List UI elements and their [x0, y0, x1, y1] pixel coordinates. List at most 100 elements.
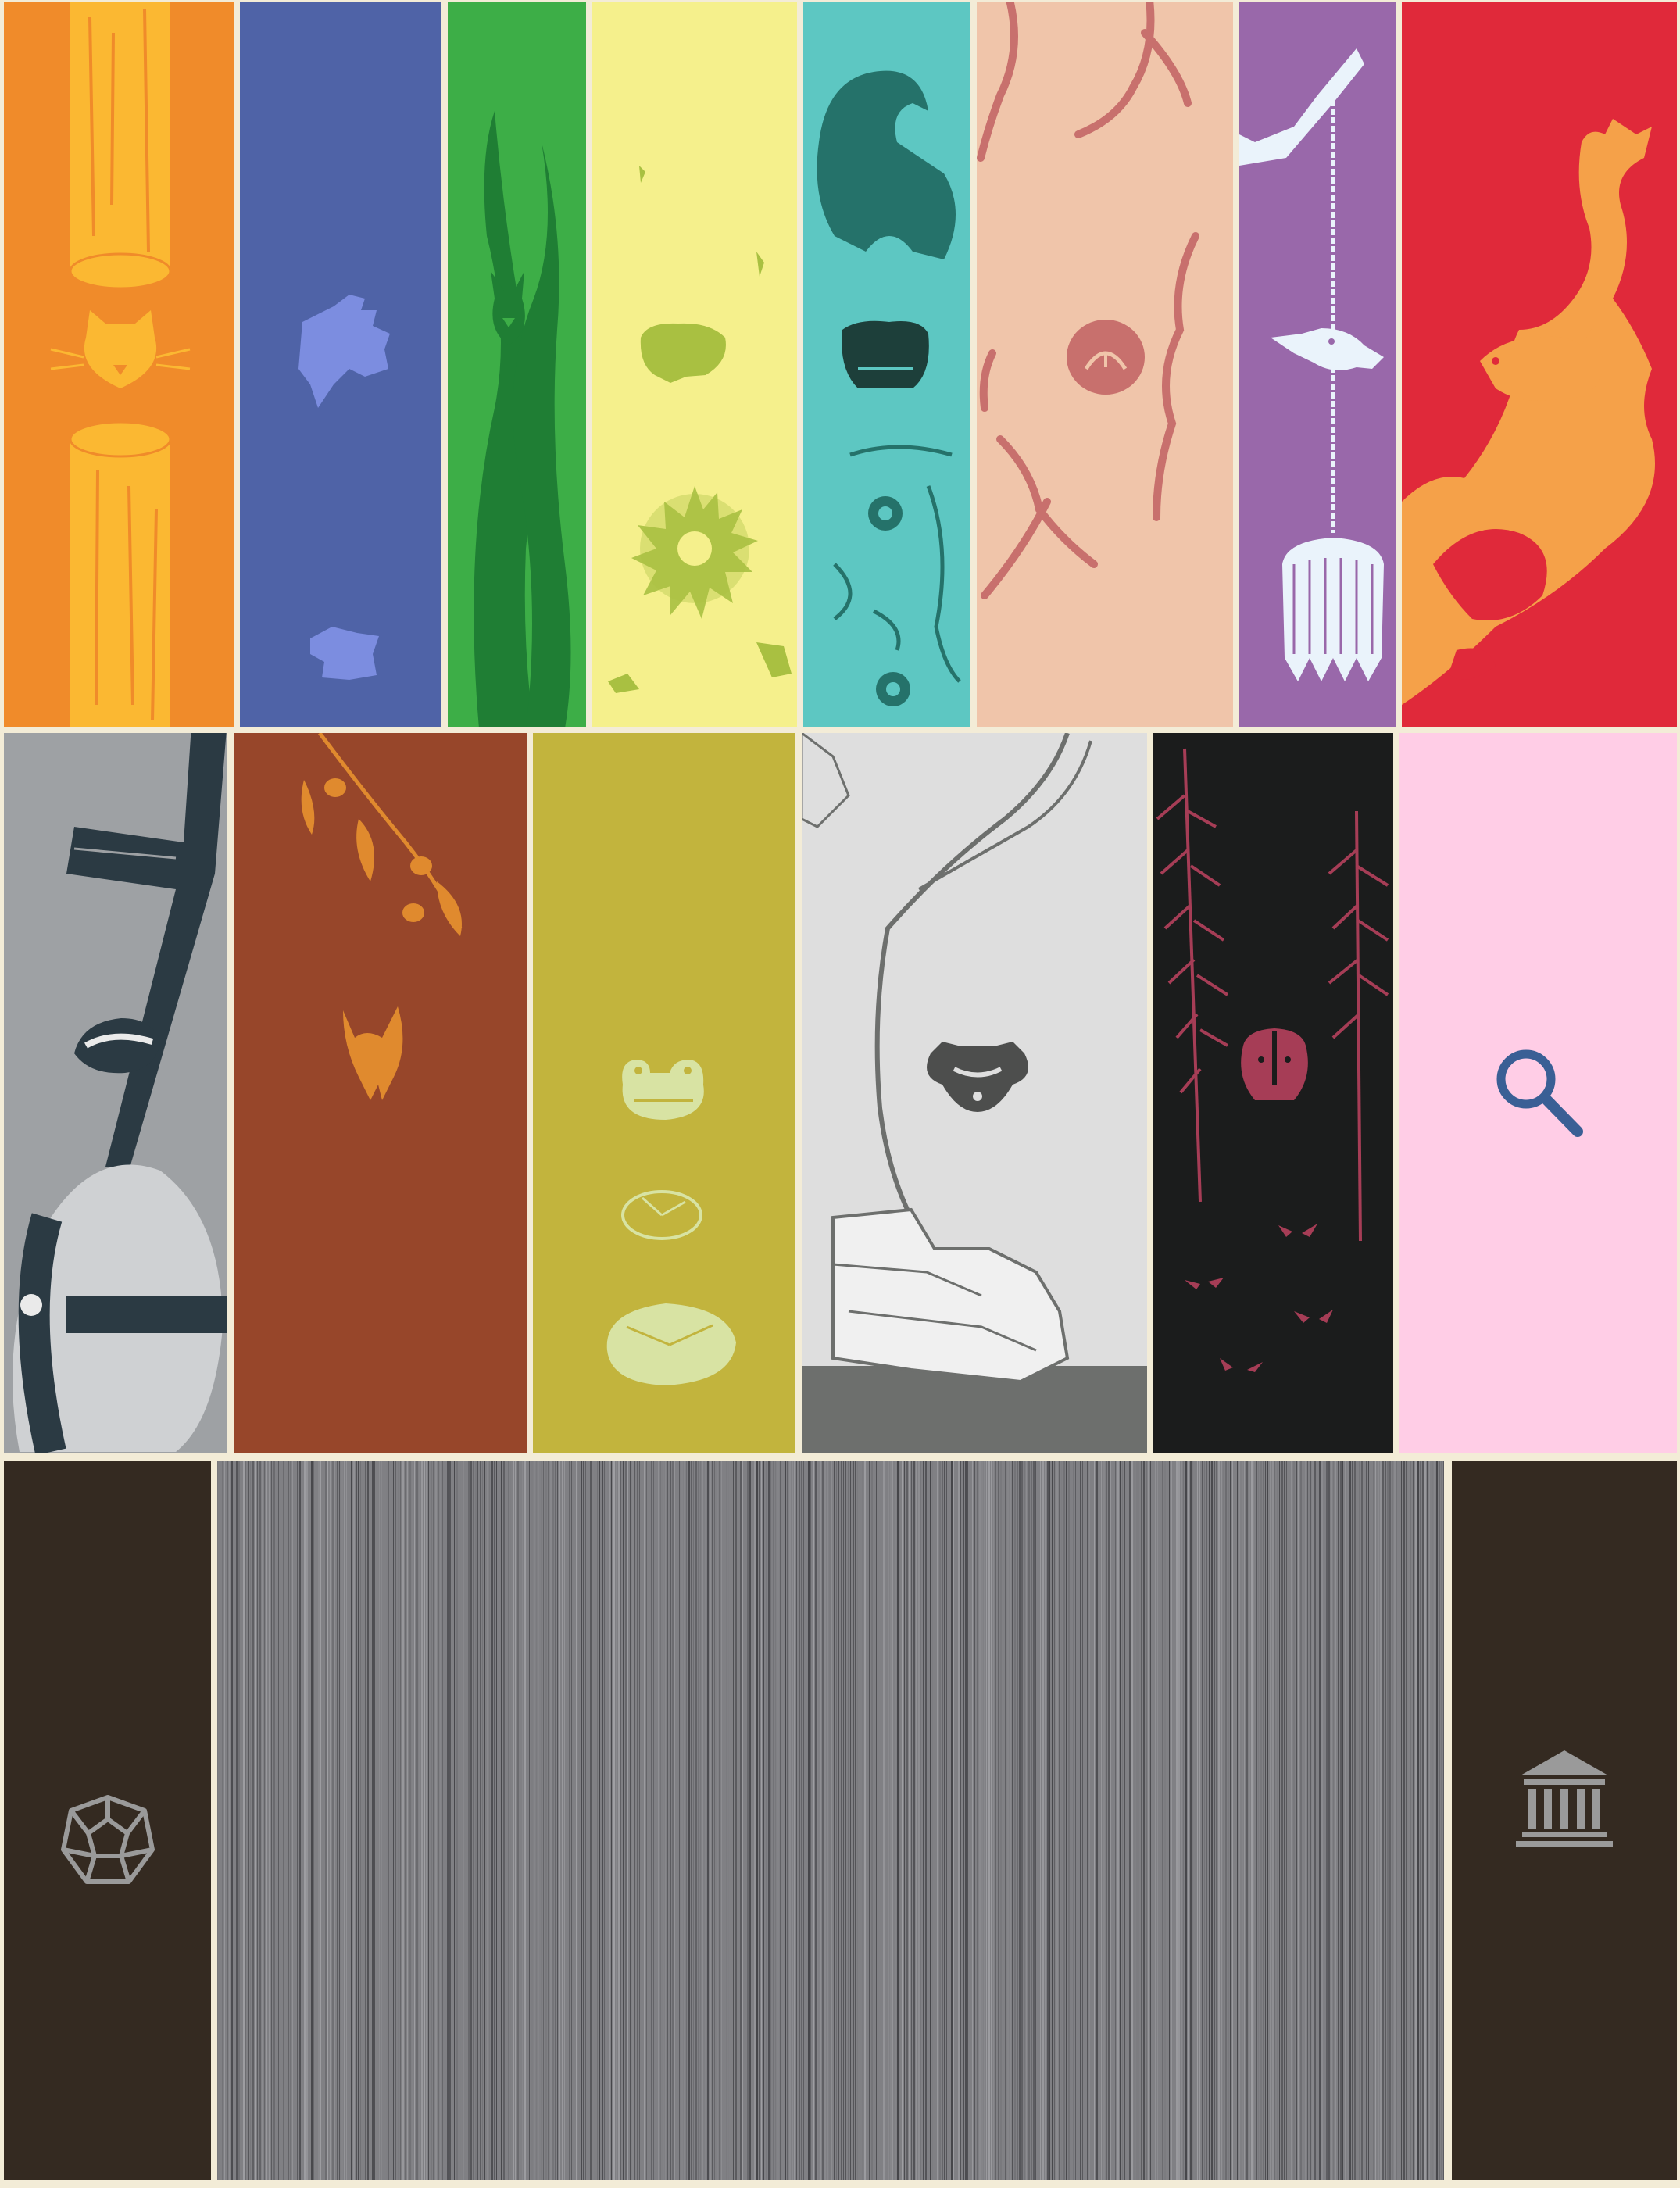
book-spine [536, 1461, 537, 2180]
book-spine [545, 1461, 547, 2180]
book-spine [1335, 1461, 1336, 2180]
book-spine [400, 1461, 401, 2180]
book-spine [1024, 1461, 1025, 2180]
book-spine [885, 1461, 886, 2180]
book-spine [562, 1461, 563, 2180]
book-spine [613, 1461, 615, 2180]
book-spine [1249, 1461, 1250, 2180]
book-spine [510, 1461, 511, 2180]
book-spine [1305, 1461, 1306, 2180]
book-spine [344, 1461, 345, 2180]
search-icon[interactable] [1399, 733, 1677, 1453]
book-spine [756, 1461, 758, 2180]
book-spine [559, 1461, 560, 2180]
book-spine [1209, 1461, 1210, 2180]
book-spine [1230, 1461, 1231, 2180]
book-spine [1441, 1461, 1442, 2180]
book-tile-12[interactable]: raccoon-icon [802, 733, 1147, 1453]
book-spine [1216, 1461, 1217, 2180]
book-tile-4[interactable]: frog-icon [592, 2, 797, 727]
book-spine [611, 1461, 612, 2180]
book-spine [1131, 1461, 1133, 2180]
book-spine [1321, 1461, 1323, 2180]
book-spine [555, 1461, 556, 2180]
book-spine [367, 1461, 369, 2180]
book-tile-3[interactable]: rabbit-icon [448, 2, 586, 727]
book-tile-7[interactable]: crow-icon [1239, 2, 1396, 727]
book-tile-6[interactable]: face-icon [977, 2, 1233, 727]
museum-icon[interactable] [1452, 1461, 1677, 2180]
book-spine [1237, 1461, 1238, 2180]
book-tile-10[interactable]: bat-icon [234, 733, 527, 1453]
book-spine [461, 1461, 462, 2180]
book-spine [824, 1461, 826, 2180]
book-spine [402, 1461, 404, 2180]
book-spine [1246, 1461, 1248, 2180]
book-spine [1197, 1461, 1198, 2180]
book-tile-8[interactable]: fox-icon [1402, 2, 1677, 727]
raccoon-icon [927, 1042, 1028, 1112]
book-spine [1124, 1461, 1125, 2180]
book-spine [822, 1461, 824, 2180]
book-tile-1[interactable]: cat-icon [4, 2, 234, 727]
book-spine [1352, 1461, 1353, 2180]
book-spine [813, 1461, 814, 2180]
book-spine [719, 1461, 720, 2180]
book-tile-2[interactable]: bird-icon [240, 2, 441, 727]
book-spine [426, 1461, 427, 2180]
book-spine [503, 1461, 505, 2180]
book-spine [541, 1461, 542, 2180]
book-spine [768, 1461, 770, 2180]
book-spine [1005, 1461, 1006, 2180]
book-spine [616, 1461, 617, 2180]
book-spine [1392, 1461, 1393, 2180]
book-spine [627, 1461, 628, 2180]
book-spine [1436, 1461, 1438, 2180]
book-spine [341, 1461, 343, 2180]
book-spine [538, 1461, 539, 2180]
book-spine [564, 1461, 565, 2180]
book-tile-11[interactable]: toad-icon [533, 733, 795, 1453]
book-spine [951, 1461, 953, 2180]
book-spine [688, 1461, 690, 2180]
book-tile-5[interactable]: mole-icon [803, 2, 970, 727]
book-spine [953, 1461, 954, 2180]
book-spine [581, 1461, 582, 2180]
book-spine [1028, 1461, 1030, 2180]
book-spine [888, 1461, 889, 2180]
book-spine [534, 1461, 535, 2180]
search-tile[interactable]: search-icon [1399, 733, 1677, 1453]
book-spine [1432, 1461, 1433, 2180]
book-spine [1331, 1461, 1332, 2180]
book-tile-9[interactable]: badger-icon [4, 733, 227, 1453]
book-spine [1206, 1461, 1207, 2180]
book-spine [1162, 1461, 1163, 2180]
book-spine [1251, 1461, 1253, 2180]
book-spine [238, 1461, 240, 2180]
book-spine [386, 1461, 388, 2180]
book-spine [360, 1461, 361, 2180]
book-spine [1054, 1461, 1055, 2180]
dodecahedron-tile[interactable]: dodecahedron-icon [4, 1461, 211, 2180]
book-spine [944, 1461, 945, 2180]
book-spine [379, 1461, 380, 2180]
book-spine [1359, 1461, 1360, 2180]
book-spine [1328, 1461, 1330, 2180]
dodecahedron-icon[interactable] [4, 1461, 211, 2180]
book-spine [1141, 1461, 1142, 2180]
book-spine [602, 1461, 603, 2180]
book-spine [583, 1461, 584, 2180]
book-tile-13[interactable]: skunk-icon [1153, 733, 1393, 1453]
book-spine [224, 1461, 225, 2180]
book-spine [970, 1461, 971, 2180]
book-spine [672, 1461, 674, 2180]
book-spine [585, 1461, 586, 2180]
book-spine [1286, 1461, 1287, 2180]
museum-tile[interactable]: museum-icon [1452, 1461, 1677, 2180]
book-spine [801, 1461, 802, 2180]
book-spine [1326, 1461, 1328, 2180]
book-spine [728, 1461, 729, 2180]
book-spine [1040, 1461, 1041, 2180]
book-spine [374, 1461, 375, 2180]
book-spine [632, 1461, 634, 2180]
